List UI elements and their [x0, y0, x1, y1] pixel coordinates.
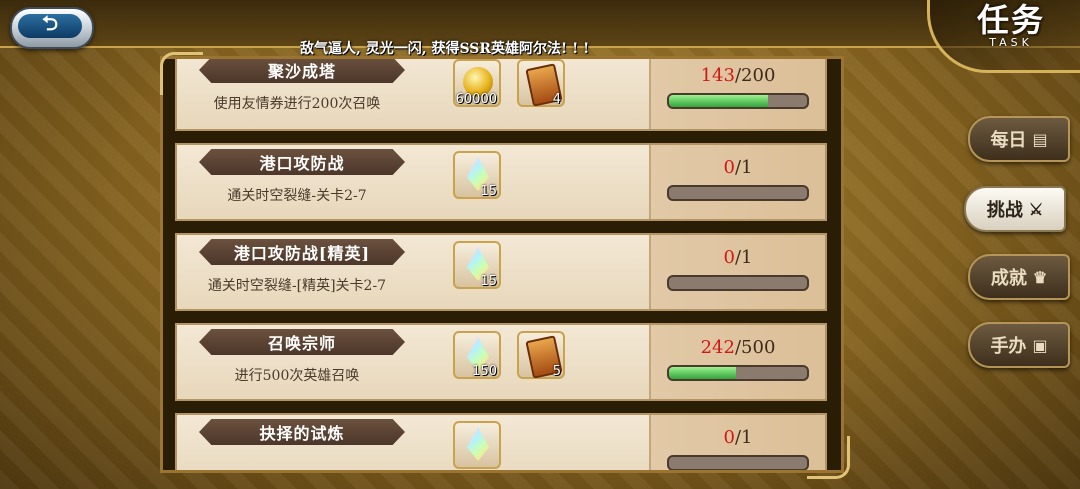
- crystal-icon: [467, 427, 489, 461]
- reward-count: 150: [472, 364, 497, 379]
- progress-current: 242: [700, 337, 735, 358]
- reward-slot[interactable]: 4: [517, 59, 565, 107]
- progress-bar-fill: [669, 95, 768, 107]
- trophy-icon: ♛: [1032, 267, 1048, 287]
- progress-bar: [667, 185, 809, 201]
- progress-current: 0: [723, 247, 735, 268]
- page-title: 任务 TASK: [956, 0, 1066, 64]
- task-name: 聚沙成塔: [267, 62, 336, 81]
- figure-icon: ▣: [1032, 335, 1048, 355]
- announcement-marquee: 敌气逼人, 灵光一闪, 获得SSR英雄阿尔法! ! !: [300, 41, 590, 57]
- task-row[interactable]: 港口攻防战 通关时空裂缝-关卡2-7 15 0/1: [175, 143, 827, 221]
- back-button[interactable]: ⮌: [10, 7, 94, 49]
- reward-count: 15: [480, 184, 497, 199]
- task-row[interactable]: 抉择的试炼 0/1: [175, 413, 827, 470]
- panel-corner-ornament: [807, 436, 850, 479]
- task-progress: 0/1: [649, 145, 825, 219]
- task-description: 使用友情券进行200次召唤: [213, 96, 381, 112]
- progress-total: /1: [734, 247, 753, 268]
- tab-label: 挑战: [986, 200, 1023, 221]
- task-name-banner: 召唤宗师: [199, 329, 405, 355]
- page-title-sub: TASK: [989, 36, 1033, 49]
- progress-current: 0: [723, 427, 735, 448]
- reward-count: 60000: [455, 92, 497, 107]
- reward-count: 15: [480, 274, 497, 289]
- progress-bar: [667, 93, 809, 109]
- task-row[interactable]: 聚沙成塔 使用友情券进行200次召唤 60000 4 143/200: [175, 59, 827, 131]
- task-info: 召唤宗师 进行500次英雄召唤 150 5: [177, 325, 647, 399]
- progress-bar: [667, 455, 809, 470]
- task-name-banner: 港口攻防战[精英]: [199, 239, 405, 265]
- tab-label: 成就: [990, 268, 1027, 289]
- tab-2[interactable]: 挑战 ⚔: [964, 186, 1066, 232]
- crossed-swords-icon: ⚔: [1028, 199, 1044, 219]
- task-info: 港口攻防战 通关时空裂缝-关卡2-7 15: [177, 145, 647, 219]
- task-progress: 143/200: [649, 59, 825, 129]
- progress-total: /500: [734, 337, 776, 358]
- tab-1[interactable]: 每日 ▤: [968, 116, 1070, 162]
- tab-3[interactable]: 成就 ♛: [968, 254, 1070, 300]
- reward-count: 5: [552, 364, 561, 379]
- progress-text: 242/500: [651, 337, 825, 358]
- progress-text: 0/1: [651, 247, 825, 268]
- task-name-banner: 聚沙成塔: [199, 59, 405, 83]
- reward-slot[interactable]: [453, 421, 501, 469]
- task-name: 召唤宗师: [267, 334, 336, 353]
- task-description: 进行500次英雄召唤: [234, 368, 360, 384]
- reward-count: 4: [552, 92, 561, 107]
- reward-slot[interactable]: 5: [517, 331, 565, 379]
- progress-text: 0/1: [651, 157, 825, 178]
- task-description: 通关时空裂缝-关卡2-7: [227, 188, 367, 204]
- scroll-icon: ▤: [1032, 129, 1048, 149]
- task-description: 通关时空裂缝-[精英]关卡2-7: [207, 278, 387, 294]
- task-info: 港口攻防战[精英] 通关时空裂缝-[精英]关卡2-7 15: [177, 235, 647, 309]
- page-title-text: 任务: [976, 1, 1045, 39]
- task-name-banner: 抉择的试炼: [199, 419, 405, 445]
- back-arrow-icon: ⮌: [18, 11, 82, 38]
- progress-text: 0/1: [651, 427, 825, 448]
- task-progress: 0/1: [649, 235, 825, 309]
- progress-current: 0: [723, 157, 735, 178]
- task-list[interactable]: 聚沙成塔 使用友情券进行200次召唤 60000 4 143/200 港口攻防战…: [175, 59, 829, 470]
- reward-slot[interactable]: 15: [453, 151, 501, 199]
- task-name: 抉择的试炼: [259, 424, 345, 443]
- tab-label: 手办: [990, 336, 1027, 357]
- progress-total: /1: [734, 427, 753, 448]
- reward-slot[interactable]: 15: [453, 241, 501, 289]
- task-info: 抉择的试炼: [177, 415, 647, 470]
- task-progress: 0/1: [649, 415, 825, 470]
- progress-bar: [667, 275, 809, 291]
- task-progress: 242/500: [649, 325, 825, 399]
- reward-slot[interactable]: 60000: [453, 59, 501, 107]
- progress-bar-fill: [669, 367, 736, 379]
- task-info: 聚沙成塔 使用友情券进行200次召唤 60000 4: [177, 59, 647, 129]
- task-name: 港口攻防战[精英]: [233, 244, 371, 263]
- task-row[interactable]: 召唤宗师 进行500次英雄召唤 150 5 242/500: [175, 323, 827, 401]
- tab-label: 每日: [990, 130, 1027, 151]
- task-name: 港口攻防战: [259, 154, 345, 173]
- progress-total: /1: [734, 157, 753, 178]
- progress-text: 143/200: [651, 65, 825, 86]
- panel-corner-ornament: [160, 52, 203, 95]
- reward-slot[interactable]: 150: [453, 331, 501, 379]
- progress-total: /200: [734, 65, 776, 86]
- task-name-banner: 港口攻防战: [199, 149, 405, 175]
- tab-4[interactable]: 手办 ▣: [968, 322, 1070, 368]
- progress-current: 143: [700, 65, 735, 86]
- task-panel[interactable]: 聚沙成塔 使用友情券进行200次召唤 60000 4 143/200 港口攻防战…: [160, 56, 844, 473]
- progress-bar: [667, 365, 809, 381]
- task-row[interactable]: 港口攻防战[精英] 通关时空裂缝-[精英]关卡2-7 15 0/1: [175, 233, 827, 311]
